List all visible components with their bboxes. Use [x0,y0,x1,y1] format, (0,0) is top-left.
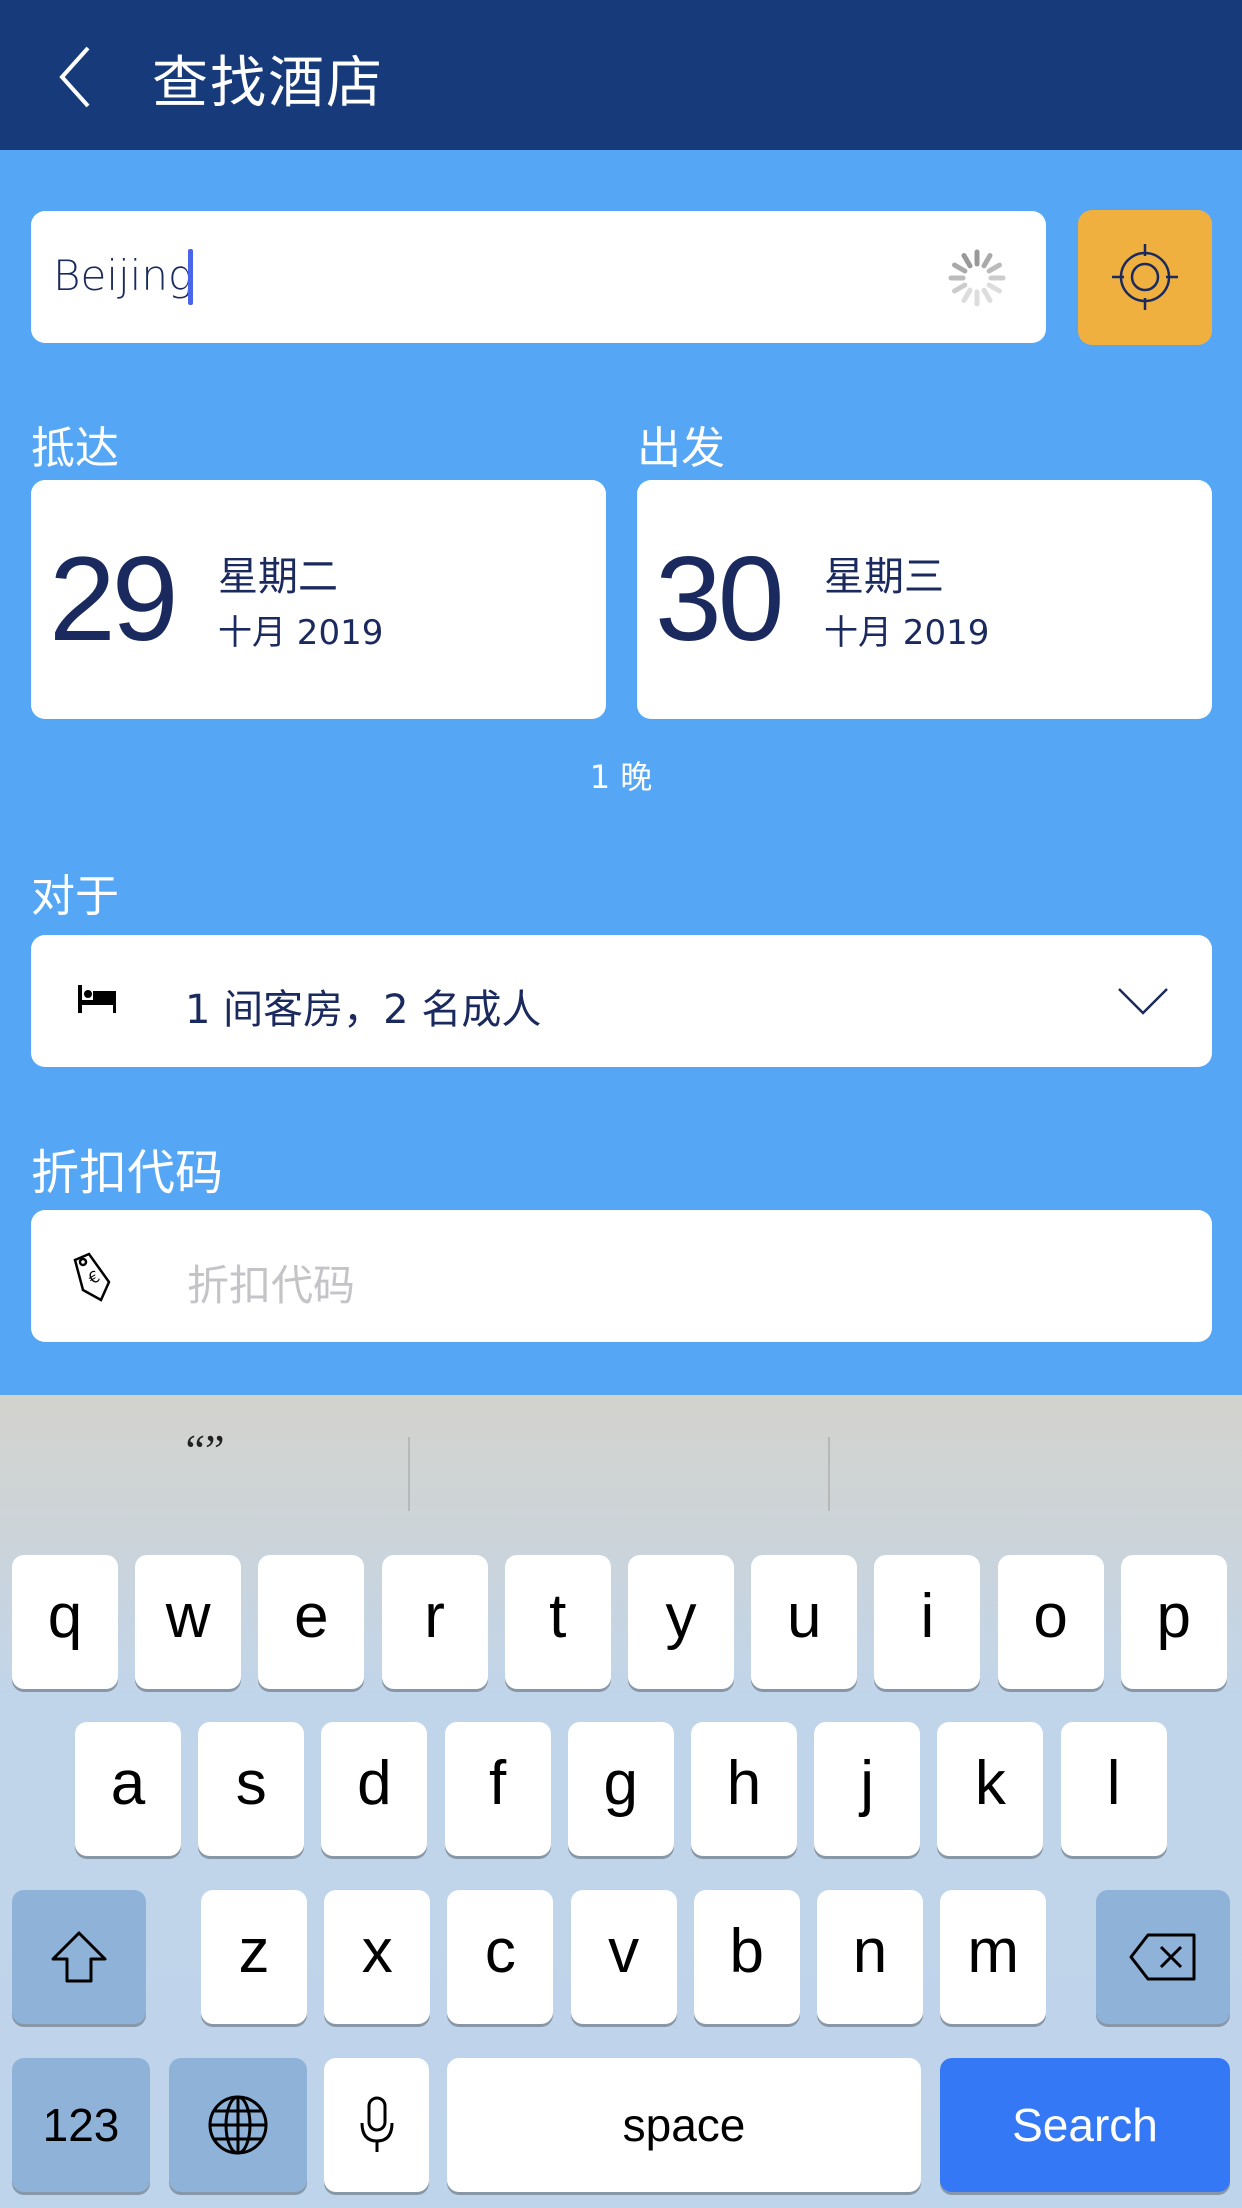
suggestion-quotes[interactable]: “” [140,1425,270,1476]
key-r[interactable]: r [381,1555,488,1689]
backspace-icon [1129,1933,1196,1981]
key-n[interactable]: n [817,1890,923,2024]
key-w[interactable]: w [135,1555,242,1689]
departure-label: 出发 [637,423,725,474]
key-i[interactable]: i [874,1555,981,1689]
space-key[interactable]: space [447,2058,921,2192]
arrival-month-year: 十月 2019 [218,613,384,653]
shift-key[interactable] [12,1890,146,2024]
shift-arrow-icon [51,1931,107,1983]
key-e[interactable]: e [258,1555,365,1689]
header: 查找酒店 [0,0,1242,150]
key-t[interactable]: t [504,1555,611,1689]
numbers-key[interactable]: 123 [12,2058,150,2192]
departure-month-year: 十月 2019 [824,613,990,653]
key-l[interactable]: l [1060,1722,1167,1856]
key-s[interactable]: s [198,1722,305,1856]
suggestion-divider [408,1437,410,1511]
arrival-label: 抵达 [31,423,119,474]
arrival-weekday: 星期二 [218,554,338,600]
destination-input[interactable]: Beijing [31,211,1046,343]
key-b[interactable]: b [693,1890,800,2024]
key-j[interactable]: j [814,1722,921,1856]
suggestion-divider [828,1437,830,1511]
departure-weekday: 星期三 [824,554,944,600]
key-c[interactable]: c [447,1890,554,2024]
bed-icon [78,985,116,1013]
chevron-down-icon [1118,988,1168,1015]
key-k[interactable]: k [937,1722,1044,1856]
guests-select[interactable]: 1 间客房，2 名成人 [31,935,1212,1067]
key-o[interactable]: o [997,1555,1104,1689]
arrival-day: 29 [49,532,178,666]
promo-code-input[interactable]: € 折扣代码 [31,1210,1212,1342]
key-x[interactable]: x [324,1890,431,2024]
promo-label: 折扣代码 [31,1145,224,1201]
key-m[interactable]: m [940,1890,1047,2024]
globe-icon [208,2095,268,2155]
key-z[interactable]: z [201,1890,307,2024]
price-tag-icon: € [73,1252,111,1302]
key-d[interactable]: d [321,1722,428,1856]
key-v[interactable]: v [570,1890,677,2024]
departure-day: 30 [655,532,784,666]
key-u[interactable]: u [751,1555,858,1689]
key-y[interactable]: y [628,1555,734,1689]
key-f[interactable]: f [444,1722,551,1856]
key-q[interactable]: q [12,1555,118,1689]
locate-button[interactable] [1078,210,1212,345]
departure-date-card[interactable]: 30 星期三 十月 2019 [637,480,1212,719]
guests-value: 1 间客房，2 名成人 [185,987,542,1033]
crosshair-icon [1112,244,1178,310]
key-p[interactable]: p [1120,1555,1227,1689]
delete-key[interactable] [1096,1890,1230,2024]
text-cursor [188,249,193,305]
globe-key[interactable] [169,2058,307,2192]
search-key[interactable]: Search [940,2058,1230,2192]
key-a[interactable]: a [75,1722,181,1856]
nights-count: 1 晚 [589,758,653,796]
dictation-key[interactable] [324,2058,429,2192]
destination-value: Beijing [53,251,194,300]
promo-placeholder: 折扣代码 [187,1261,356,1310]
microphone-icon [360,2096,393,2152]
arrival-date-card[interactable]: 29 星期二 十月 2019 [31,480,606,719]
key-g[interactable]: g [567,1722,674,1856]
guests-label: 对于 [31,871,119,922]
back-chevron-icon[interactable] [52,42,102,112]
key-h[interactable]: h [691,1722,797,1856]
page-title: 查找酒店 [152,51,384,116]
loading-spinner-icon [948,249,1006,307]
